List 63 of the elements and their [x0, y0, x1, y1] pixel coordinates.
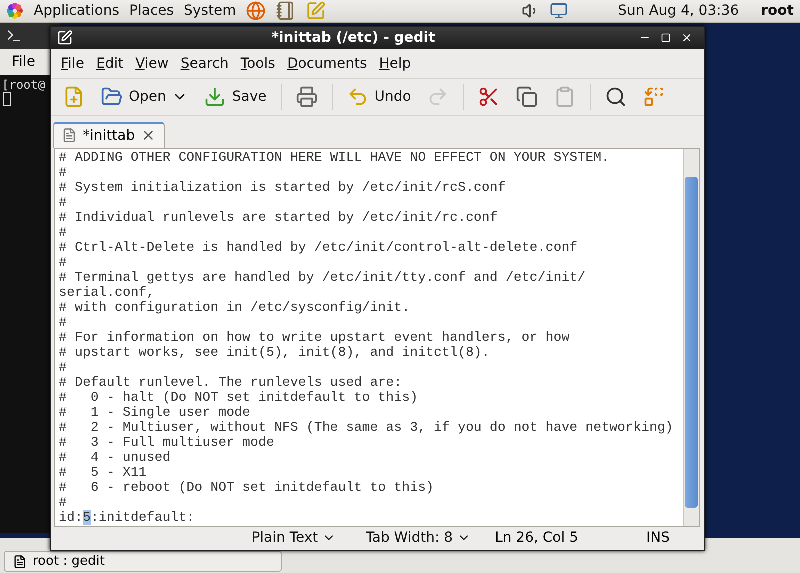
code-line: # 3 - Full multiuser mode	[59, 434, 276, 450]
code-line: #	[59, 224, 68, 240]
window-title: *inittab (/etc) - gedit	[270, 30, 436, 46]
code-line: # 0 - halt (Do NOT set initdefault to this)	[59, 390, 420, 405]
flower-icon[interactable]	[6, 2, 24, 20]
code-line: #	[59, 254, 68, 270]
close-icon[interactable]	[681, 32, 693, 44]
clock[interactable]: Sun Aug 4, 03:36	[618, 3, 740, 19]
folder-icon	[101, 86, 123, 108]
globe-icon[interactable]	[246, 1, 266, 21]
code-line: id:5:initdefault:	[59, 510, 196, 525]
code-line: # 4 - unused	[59, 450, 172, 465]
undo-button[interactable]: Undo	[340, 82, 418, 112]
code-line: #	[59, 194, 68, 210]
code-line: #	[59, 164, 68, 180]
code-line: serial.conf,	[59, 284, 156, 300]
code-line: # 6 - reboot (Do NOT set initdefault to this)	[59, 480, 436, 495]
user-name[interactable]: root	[761, 3, 794, 19]
document-icon	[13, 554, 27, 568]
code-line: # System initialization is started by /etc/init/rcS.conf	[59, 180, 507, 195]
document-icon	[62, 128, 77, 144]
undo-icon	[346, 86, 369, 108]
panel-menu[interactable]: Places	[130, 3, 174, 19]
network-icon[interactable]	[550, 2, 568, 20]
code-line: # ADDING OTHER CONFIGURATION HERE WILL HAVE NO EFFECT ON YOUR SYSTEM.	[59, 150, 611, 165]
menu-item[interactable]: View	[130, 54, 175, 74]
menu-item[interactable]: Edit	[90, 54, 130, 74]
code-line: # For information on how to write upstart event handlers, or how	[59, 330, 571, 345]
tab-width-dropdown[interactable]: Tab Width: 8	[360, 529, 478, 548]
code-line: # Ctrl-Alt-Delete is handled by /etc/init/control-alt-delete.conf	[59, 240, 579, 255]
maximize-icon[interactable]	[661, 33, 671, 44]
terminal-cursor	[3, 92, 11, 106]
download-icon	[204, 86, 226, 108]
taskbar-button[interactable]: root : gedit	[4, 551, 282, 572]
save-button[interactable]: Save	[198, 82, 273, 112]
terminal-icon	[6, 28, 22, 44]
open-button[interactable]: Open	[95, 82, 194, 112]
code-line: # 1 - Single user mode	[59, 404, 252, 420]
menu-item[interactable]: Tools	[234, 54, 282, 74]
code-line: #	[59, 360, 68, 375]
code-line: # 2 - Multiuser, without NFS (The same as 3, if you do not have networking)	[59, 420, 674, 435]
code-line: # Default runlevel. The runlevels used are:	[59, 374, 404, 390]
menu-item[interactable]: File	[55, 54, 90, 74]
editor-icon	[57, 30, 73, 46]
document-tab[interactable]: *inittab	[53, 122, 166, 148]
menu-item[interactable]: Documents	[281, 54, 374, 74]
code-line: # Individual runlevels are started by /etc/init/rc.conf	[59, 210, 499, 225]
insert-mode: INS	[646, 530, 670, 546]
language-dropdown[interactable]: Plain Text	[246, 529, 342, 548]
panel-menu[interactable]: System	[184, 3, 236, 19]
scrollbar[interactable]	[683, 148, 699, 526]
code-line: #	[59, 314, 68, 330]
cursor-position: Ln 26, Col 5	[495, 530, 578, 546]
code-line: # upstart works, see init(5), init(8), and initctl(8).	[59, 344, 491, 360]
code-line: # 5 - X11	[59, 464, 148, 480]
panel-menu[interactable]: Applications	[34, 3, 120, 19]
menu-item[interactable]: Help	[373, 54, 418, 74]
code-line: # with configuration in /etc/sysconfig/init.	[59, 300, 412, 315]
menu-item[interactable]: Search	[174, 54, 235, 74]
code-line: # Terminal gettys are handled by /etc/init/tty.conf and /etc/init/	[59, 270, 587, 285]
notebook-icon[interactable]	[276, 1, 296, 21]
terminal-prompt: [root@	[1, 77, 46, 92]
code-line: #	[59, 494, 68, 510]
